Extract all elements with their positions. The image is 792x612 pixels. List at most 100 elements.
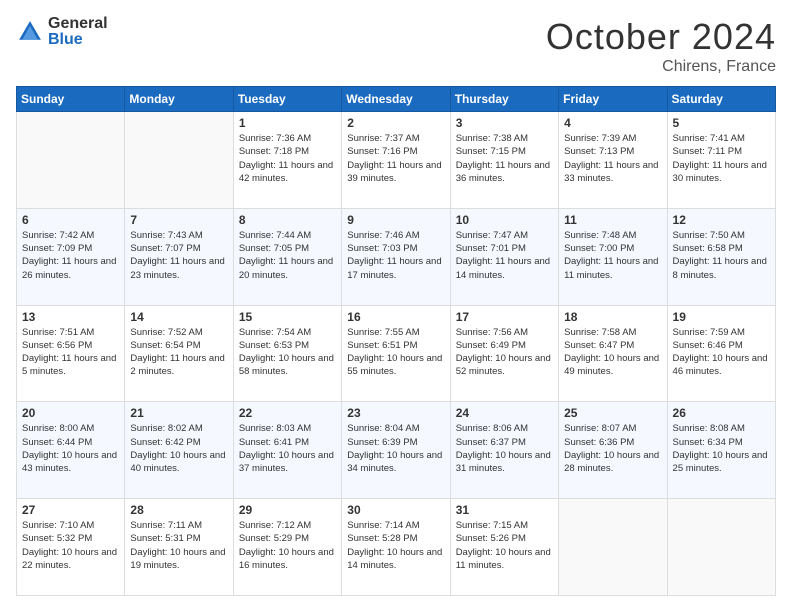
weekday-header-row: SundayMondayTuesdayWednesdayThursdayFrid… (17, 87, 776, 112)
calendar-row: 27Sunrise: 7:10 AMSunset: 5:32 PMDayligh… (17, 499, 776, 596)
day-number: 30 (347, 503, 444, 517)
weekday-header: Saturday (667, 87, 775, 112)
day-info: Sunrise: 7:38 AMSunset: 7:15 PMDaylight:… (456, 132, 553, 185)
day-info: Sunrise: 8:03 AMSunset: 6:41 PMDaylight:… (239, 422, 336, 475)
day-number: 7 (130, 213, 227, 227)
day-number: 2 (347, 116, 444, 130)
calendar-row: 20 Sunrise: 8:00 AMSunset: 6:44 PMDayligh… (17, 402, 776, 499)
page: General Blue October 2024 Chirens, Franc… (0, 0, 792, 612)
day-info: Sunrise: 7:14 AMSunset: 5:28 PMDaylight:… (347, 519, 444, 572)
calendar-cell: 11Sunrise: 7:48 AMSunset: 7:00 PMDayligh… (559, 208, 667, 305)
day-number: 17 (456, 310, 553, 324)
day-number: 12 (673, 213, 770, 227)
calendar-cell: 28 Sunrise: 7:11 AMSunset: 5:31 PMDayligh… (125, 499, 233, 596)
header: General Blue October 2024 Chirens, Franc… (16, 16, 776, 76)
calendar-cell: 29 Sunrise: 7:12 AMSunset: 5:29 PMDayligh… (233, 499, 341, 596)
calendar-row: 13Sunrise: 7:51 AMSunset: 6:56 PMDayligh… (17, 305, 776, 402)
day-number: 22 (239, 406, 336, 420)
day-number: 13 (22, 310, 119, 324)
calendar-cell: 14 Sunrise: 7:52 AMSunset: 6:54 PMDayligh… (125, 305, 233, 402)
day-info: Sunrise: 7:42 AMSunset: 7:09 PMDaylight:… (22, 229, 119, 282)
day-info: Sunrise: 8:06 AMSunset: 6:37 PMDaylight:… (456, 422, 553, 475)
calendar-cell (559, 499, 667, 596)
day-info: Sunrise: 7:39 AMSunset: 7:13 PMDaylight:… (564, 132, 661, 185)
calendar-cell: 2 Sunrise: 7:37 AMSunset: 7:16 PMDaylight… (342, 112, 450, 209)
calendar-cell (667, 499, 775, 596)
calendar-cell: 3 Sunrise: 7:38 AMSunset: 7:15 PMDaylight… (450, 112, 558, 209)
calendar-row: 1Sunrise: 7:36 AMSunset: 7:18 PMDaylight… (17, 112, 776, 209)
day-number: 19 (673, 310, 770, 324)
calendar-cell (125, 112, 233, 209)
calendar-cell: 23 Sunrise: 8:04 AMSunset: 6:39 PMDayligh… (342, 402, 450, 499)
calendar-cell: 18 Sunrise: 7:58 AMSunset: 6:47 PMDayligh… (559, 305, 667, 402)
day-number: 31 (456, 503, 553, 517)
day-info: Sunrise: 7:47 AMSunset: 7:01 PMDaylight:… (456, 229, 553, 282)
calendar-cell: 27Sunrise: 7:10 AMSunset: 5:32 PMDayligh… (17, 499, 125, 596)
day-info: Sunrise: 7:37 AMSunset: 7:16 PMDaylight:… (347, 132, 444, 185)
calendar-row: 6 Sunrise: 7:42 AMSunset: 7:09 PMDaylight… (17, 208, 776, 305)
calendar-cell: 20 Sunrise: 8:00 AMSunset: 6:44 PMDayligh… (17, 402, 125, 499)
day-number: 23 (347, 406, 444, 420)
day-info: Sunrise: 7:55 AMSunset: 6:51 PMDaylight:… (347, 326, 444, 379)
day-info: Sunrise: 7:15 AMSunset: 5:26 PMDaylight:… (456, 519, 553, 572)
calendar-cell: 31 Sunrise: 7:15 AMSunset: 5:26 PMDayligh… (450, 499, 558, 596)
day-info: Sunrise: 7:11 AMSunset: 5:31 PMDaylight:… (130, 519, 227, 572)
calendar-cell: 25 Sunrise: 8:07 AMSunset: 6:36 PMDayligh… (559, 402, 667, 499)
location: Chirens, France (546, 58, 776, 76)
logo-text: General Blue (48, 16, 108, 48)
day-number: 18 (564, 310, 661, 324)
weekday-header: Thursday (450, 87, 558, 112)
day-info: Sunrise: 7:54 AMSunset: 6:53 PMDaylight:… (239, 326, 336, 379)
day-number: 14 (130, 310, 227, 324)
day-number: 16 (347, 310, 444, 324)
weekday-header: Friday (559, 87, 667, 112)
weekday-header: Wednesday (342, 87, 450, 112)
day-number: 29 (239, 503, 336, 517)
day-info: Sunrise: 7:41 AMSunset: 7:11 PMDaylight:… (673, 132, 770, 185)
day-info: Sunrise: 7:50 AMSunset: 6:58 PMDaylight:… (673, 229, 770, 282)
day-number: 4 (564, 116, 661, 130)
day-number: 20 (22, 406, 119, 420)
calendar-cell: 9Sunrise: 7:46 AMSunset: 7:03 PMDaylight… (342, 208, 450, 305)
calendar-cell: 7Sunrise: 7:43 AMSunset: 7:07 PMDaylight… (125, 208, 233, 305)
day-number: 10 (456, 213, 553, 227)
calendar-cell: 16 Sunrise: 7:55 AMSunset: 6:51 PMDayligh… (342, 305, 450, 402)
calendar-cell: 10 Sunrise: 7:47 AMSunset: 7:01 PMDayligh… (450, 208, 558, 305)
day-info: Sunrise: 7:52 AMSunset: 6:54 PMDaylight:… (130, 326, 227, 379)
day-info: Sunrise: 7:12 AMSunset: 5:29 PMDaylight:… (239, 519, 336, 572)
weekday-header: Tuesday (233, 87, 341, 112)
weekday-header: Sunday (17, 87, 125, 112)
day-number: 1 (239, 116, 336, 130)
weekday-header: Monday (125, 87, 233, 112)
day-info: Sunrise: 8:07 AMSunset: 6:36 PMDaylight:… (564, 422, 661, 475)
calendar-cell: 15 Sunrise: 7:54 AMSunset: 6:53 PMDayligh… (233, 305, 341, 402)
day-number: 3 (456, 116, 553, 130)
calendar-cell: 13Sunrise: 7:51 AMSunset: 6:56 PMDayligh… (17, 305, 125, 402)
title-section: October 2024 Chirens, France (546, 16, 776, 76)
calendar-cell: 12 Sunrise: 7:50 AMSunset: 6:58 PMDayligh… (667, 208, 775, 305)
day-info: Sunrise: 8:00 AMSunset: 6:44 PMDaylight:… (22, 422, 119, 475)
day-info: Sunrise: 7:58 AMSunset: 6:47 PMDaylight:… (564, 326, 661, 379)
day-info: Sunrise: 8:02 AMSunset: 6:42 PMDaylight:… (130, 422, 227, 475)
day-info: Sunrise: 7:46 AMSunset: 7:03 PMDaylight:… (347, 229, 444, 282)
day-number: 28 (130, 503, 227, 517)
day-number: 26 (673, 406, 770, 420)
calendar-cell: 26 Sunrise: 8:08 AMSunset: 6:34 PMDayligh… (667, 402, 775, 499)
day-info: Sunrise: 8:04 AMSunset: 6:39 PMDaylight:… (347, 422, 444, 475)
day-info: Sunrise: 7:48 AMSunset: 7:00 PMDaylight:… (564, 229, 661, 282)
logo-general: General (48, 16, 108, 32)
day-info: Sunrise: 8:08 AMSunset: 6:34 PMDaylight:… (673, 422, 770, 475)
calendar-cell: 24 Sunrise: 8:06 AMSunset: 6:37 PMDayligh… (450, 402, 558, 499)
day-number: 15 (239, 310, 336, 324)
day-number: 8 (239, 213, 336, 227)
logo: General Blue (16, 16, 108, 48)
calendar-cell (17, 112, 125, 209)
day-number: 24 (456, 406, 553, 420)
day-number: 25 (564, 406, 661, 420)
logo-icon (16, 18, 44, 46)
month-title: October 2024 (546, 16, 776, 58)
calendar-cell: 17Sunrise: 7:56 AMSunset: 6:49 PMDayligh… (450, 305, 558, 402)
day-number: 6 (22, 213, 119, 227)
calendar-table: SundayMondayTuesdayWednesdayThursdayFrid… (16, 86, 776, 596)
calendar-cell: 8Sunrise: 7:44 AMSunset: 7:05 PMDaylight… (233, 208, 341, 305)
